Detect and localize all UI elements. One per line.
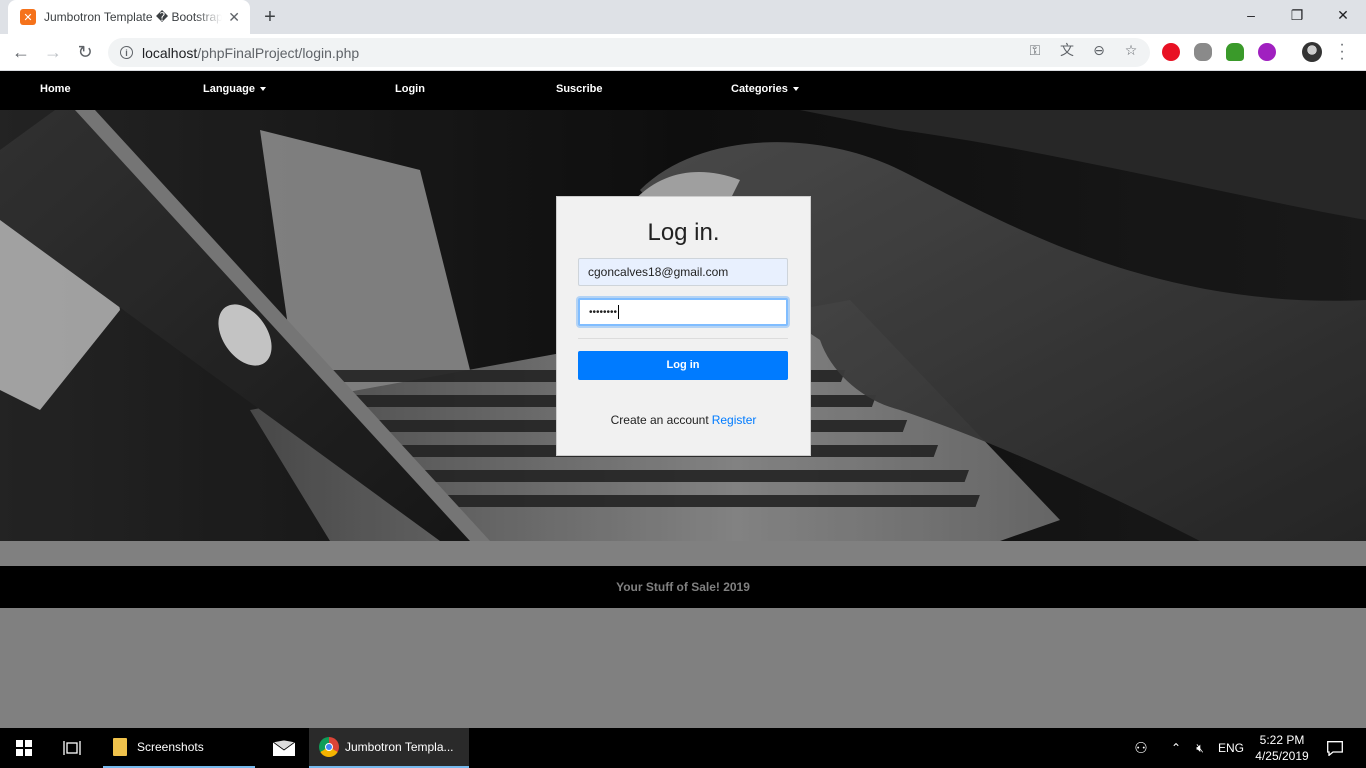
- info-icon[interactable]: i: [120, 46, 133, 59]
- task-view-icon[interactable]: [48, 728, 96, 768]
- page-viewport: Home Language Login Suscribe Categories: [0, 71, 1366, 728]
- email-field[interactable]: cgoncalves18@gmail.com: [578, 258, 788, 286]
- create-account-text: Create an account: [610, 413, 709, 427]
- login-title: Log in.: [647, 219, 720, 246]
- login-card: Log in. cgoncalves18@gmail.com •••••••• …: [556, 196, 811, 456]
- divider: [578, 338, 788, 339]
- login-button[interactable]: Log in: [578, 351, 788, 380]
- forward-icon[interactable]: →: [41, 40, 65, 64]
- tree-extension-icon[interactable]: [1226, 43, 1244, 61]
- purple-extension-icon[interactable]: [1258, 43, 1276, 61]
- nav-home[interactable]: Home: [40, 83, 71, 95]
- tab-title: Jumbotron Template � Bootstrap: [44, 10, 223, 24]
- language-indicator[interactable]: ENG: [1218, 728, 1244, 768]
- xampp-icon: ✕: [20, 9, 36, 25]
- taskbar-screenshots-label: Screenshots: [137, 740, 204, 754]
- menu-kebab-icon[interactable]: · · ·: [1336, 37, 1348, 67]
- url-text: localhost/phpFinalProject/login.php: [142, 44, 360, 61]
- email-value: cgoncalves18@gmail.com: [588, 265, 729, 279]
- people-icon[interactable]: ⚇: [1130, 728, 1152, 768]
- taskbar-chrome[interactable]: Jumbotron Templa...: [309, 728, 469, 768]
- site-navbar: Home Language Login Suscribe Categories: [0, 71, 1366, 110]
- browser-tab-strip: ✕ Jumbotron Template � Bootstrap ✕ + – ❐…: [0, 0, 1366, 34]
- password-value: ••••••••: [589, 306, 618, 318]
- tab-close-icon[interactable]: ✕: [228, 9, 240, 26]
- clock[interactable]: 5:22 PM 4/25/2019: [1250, 728, 1314, 768]
- address-bar[interactable]: i localhost/phpFinalProject/login.php: [108, 38, 1150, 67]
- key-icon[interactable]: ⚿: [1026, 41, 1044, 59]
- back-icon[interactable]: ←: [9, 40, 33, 64]
- register-link[interactable]: Register: [712, 413, 757, 427]
- new-tab-button[interactable]: +: [258, 6, 282, 28]
- zoom-icon[interactable]: ⊖: [1090, 41, 1108, 59]
- windows-start-icon[interactable]: [0, 728, 48, 768]
- minimize-icon[interactable]: –: [1228, 0, 1274, 30]
- mail-icon[interactable]: [260, 728, 308, 768]
- caret-down-icon: [792, 87, 799, 92]
- close-window-icon[interactable]: ✕: [1320, 0, 1366, 30]
- taskbar-screenshots[interactable]: Screenshots: [103, 728, 255, 768]
- adblock-extension-icon[interactable]: [1162, 43, 1180, 61]
- windows-taskbar: Screenshots Jumbotron Templa... ⚇ ⌃ 🔇︎ E…: [0, 728, 1366, 768]
- reload-icon[interactable]: ↻: [73, 40, 97, 64]
- chevron-up-icon[interactable]: ⌃: [1166, 728, 1186, 768]
- nav-categories-dropdown[interactable]: Categories: [731, 83, 799, 95]
- site-footer: Your Stuff of Sale! 2019: [0, 566, 1366, 608]
- translate-icon[interactable]: 文: [1058, 41, 1076, 59]
- browser-tab[interactable]: ✕ Jumbotron Template � Bootstrap ✕: [8, 0, 250, 34]
- folder-icon: [113, 738, 127, 756]
- chrome-icon: [319, 737, 339, 757]
- text-cursor: [618, 305, 620, 319]
- profile-avatar[interactable]: [1302, 42, 1322, 62]
- clock-time: 5:22 PM: [1259, 733, 1305, 747]
- restore-icon[interactable]: ❐: [1274, 0, 1320, 30]
- hero-jumbotron: Log in. cgoncalves18@gmail.com •••••••• …: [0, 110, 1366, 541]
- footer-text: Your Stuff of Sale! 2019: [616, 580, 750, 594]
- nav-login[interactable]: Login: [395, 83, 425, 95]
- volume-muted-icon[interactable]: 🔇︎: [1190, 728, 1210, 768]
- clock-date: 4/25/2019: [1255, 749, 1309, 763]
- password-field[interactable]: ••••••••: [578, 298, 788, 326]
- notification-icon[interactable]: [1320, 728, 1350, 768]
- nav-language-dropdown[interactable]: Language: [203, 83, 266, 95]
- bug-extension-icon[interactable]: [1194, 43, 1212, 61]
- taskbar-chrome-label: Jumbotron Templa...: [345, 740, 454, 754]
- nav-subscribe[interactable]: Suscribe: [556, 83, 602, 95]
- caret-down-icon: [259, 87, 266, 92]
- register-line: Create an account Register: [557, 413, 810, 427]
- bookmark-star-icon[interactable]: ☆: [1122, 41, 1140, 59]
